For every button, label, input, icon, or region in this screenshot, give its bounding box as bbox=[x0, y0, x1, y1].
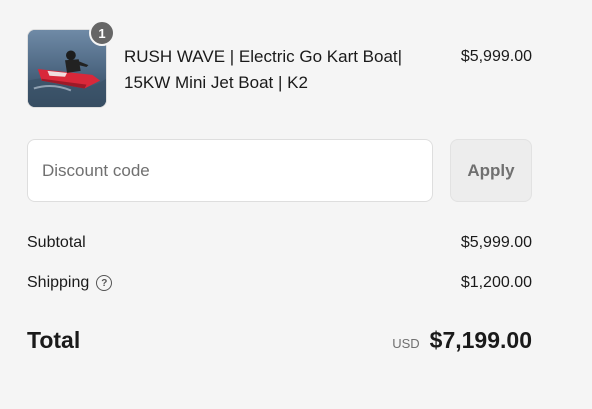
total-amount: $7,199.00 bbox=[429, 327, 532, 353]
question-circle-icon[interactable]: ? bbox=[96, 275, 113, 291]
product-price: $5,999.00 bbox=[460, 48, 532, 65]
total-label: Total bbox=[27, 327, 81, 353]
order-summary: 1 RUSH WAVE | Electric Go Kart Boat| 15K… bbox=[0, 0, 592, 409]
subtotal-value: $5,999.00 bbox=[460, 234, 532, 251]
quantity-badge: 1 bbox=[89, 20, 115, 46]
apply-discount-button[interactable]: Apply bbox=[450, 139, 532, 202]
product-name-line-1: RUSH WAVE | Electric Go Kart Boat| bbox=[124, 47, 403, 66]
discount-code-input[interactable] bbox=[27, 139, 433, 202]
total-value-group: USD $7,199.00 bbox=[392, 325, 532, 359]
shipping-value: $1,200.00 bbox=[460, 274, 532, 291]
currency-code: USD bbox=[392, 336, 420, 351]
product-name: RUSH WAVE | Electric Go Kart Boat| 15KW … bbox=[124, 44, 424, 96]
subtotal-label: Subtotal bbox=[27, 234, 86, 251]
shipping-label: Shipping bbox=[27, 274, 90, 291]
product-name-line-2: 15KW Mini Jet Boat | K2 bbox=[124, 73, 308, 92]
shipping-label-group: Shipping ? bbox=[27, 271, 113, 295]
